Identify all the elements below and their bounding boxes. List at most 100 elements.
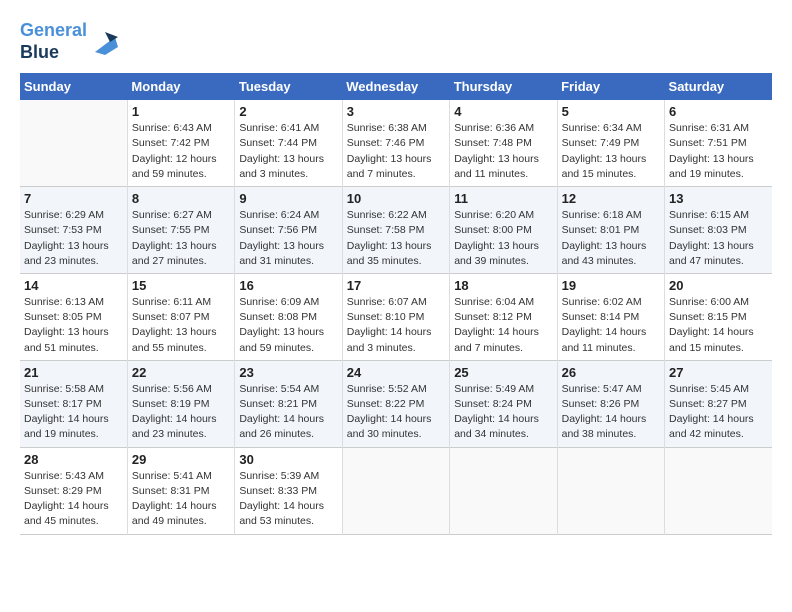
calendar-cell: 29 Sunrise: 5:41 AMSunset: 8:31 PMDayligh…	[127, 447, 234, 534]
day-number: 26	[562, 365, 660, 380]
calendar-cell: 23 Sunrise: 5:54 AMSunset: 8:21 PMDayligh…	[235, 360, 342, 447]
day-info: Sunrise: 5:58 AMSunset: 8:17 PMDaylight:…	[24, 382, 123, 443]
day-number: 22	[132, 365, 230, 380]
calendar-cell	[342, 447, 449, 534]
calendar-cell: 4 Sunrise: 6:36 AMSunset: 7:48 PMDaylight…	[450, 100, 557, 186]
day-number: 24	[347, 365, 445, 380]
day-number: 25	[454, 365, 552, 380]
day-info: Sunrise: 6:09 AMSunset: 8:08 PMDaylight:…	[239, 295, 337, 356]
day-number: 18	[454, 278, 552, 293]
day-number: 9	[239, 191, 337, 206]
day-number: 4	[454, 104, 552, 119]
day-number: 3	[347, 104, 445, 119]
calendar-cell: 27 Sunrise: 5:45 AMSunset: 8:27 PMDayligh…	[665, 360, 772, 447]
calendar-cell: 24 Sunrise: 5:52 AMSunset: 8:22 PMDayligh…	[342, 360, 449, 447]
day-number: 6	[669, 104, 768, 119]
weekday-header-friday: Friday	[557, 73, 664, 100]
day-number: 23	[239, 365, 337, 380]
day-info: Sunrise: 6:00 AMSunset: 8:15 PMDaylight:…	[669, 295, 768, 356]
day-number: 1	[132, 104, 230, 119]
calendar-cell: 13Sunrise: 6:15 AMSunset: 8:03 PMDayligh…	[665, 187, 772, 274]
day-info: Sunrise: 6:13 AMSunset: 8:05 PMDaylight:…	[24, 295, 123, 356]
logo-icon	[90, 27, 120, 57]
day-info: Sunrise: 6:04 AMSunset: 8:12 PMDaylight:…	[454, 295, 552, 356]
day-info: Sunrise: 6:02 AMSunset: 8:14 PMDaylight:…	[562, 295, 660, 356]
day-number: 29	[132, 452, 230, 467]
logo-text: GeneralBlue	[20, 20, 87, 63]
calendar-cell: 10 Sunrise: 6:22 AMSunset: 7:58 PMDayligh…	[342, 187, 449, 274]
weekday-header-wednesday: Wednesday	[342, 73, 449, 100]
week-row-5: 28 Sunrise: 5:43 AMSunset: 8:29 PMDayligh…	[20, 447, 772, 534]
week-row-3: 14 Sunrise: 6:13 AMSunset: 8:05 PMDayligh…	[20, 273, 772, 360]
week-row-4: 21Sunrise: 5:58 AMSunset: 8:17 PMDayligh…	[20, 360, 772, 447]
weekday-header-thursday: Thursday	[450, 73, 557, 100]
calendar-cell	[665, 447, 772, 534]
calendar-cell: 14 Sunrise: 6:13 AMSunset: 8:05 PMDayligh…	[20, 273, 127, 360]
page-header: GeneralBlue	[20, 20, 772, 63]
calendar-cell: 15 Sunrise: 6:11 AMSunset: 8:07 PMDayligh…	[127, 273, 234, 360]
day-info: Sunrise: 5:49 AMSunset: 8:24 PMDaylight:…	[454, 382, 552, 443]
day-info: Sunrise: 5:43 AMSunset: 8:29 PMDaylight:…	[24, 469, 123, 530]
day-number: 7	[24, 191, 123, 206]
day-number: 17	[347, 278, 445, 293]
day-info: Sunrise: 6:11 AMSunset: 8:07 PMDaylight:…	[132, 295, 230, 356]
day-number: 19	[562, 278, 660, 293]
calendar-cell: 17 Sunrise: 6:07 AMSunset: 8:10 PMDayligh…	[342, 273, 449, 360]
calendar-cell: 28 Sunrise: 5:43 AMSunset: 8:29 PMDayligh…	[20, 447, 127, 534]
day-info: Sunrise: 6:22 AMSunset: 7:58 PMDaylight:…	[347, 208, 445, 269]
logo: GeneralBlue	[20, 20, 120, 63]
day-info: Sunrise: 5:52 AMSunset: 8:22 PMDaylight:…	[347, 382, 445, 443]
day-info: Sunrise: 6:18 AMSunset: 8:01 PMDaylight:…	[562, 208, 660, 269]
calendar-cell: 7 Sunrise: 6:29 AMSunset: 7:53 PMDaylight…	[20, 187, 127, 274]
day-number: 20	[669, 278, 768, 293]
calendar-cell: 2 Sunrise: 6:41 AMSunset: 7:44 PMDaylight…	[235, 100, 342, 186]
day-number: 28	[24, 452, 123, 467]
week-row-1: 1 Sunrise: 6:43 AMSunset: 7:42 PMDaylight…	[20, 100, 772, 186]
week-row-2: 7 Sunrise: 6:29 AMSunset: 7:53 PMDaylight…	[20, 187, 772, 274]
day-number: 12	[562, 191, 660, 206]
day-number: 27	[669, 365, 768, 380]
weekday-header-row: SundayMondayTuesdayWednesdayThursdayFrid…	[20, 73, 772, 100]
day-info: Sunrise: 6:15 AMSunset: 8:03 PMDaylight:…	[669, 208, 768, 269]
day-info: Sunrise: 6:43 AMSunset: 7:42 PMDaylight:…	[132, 121, 230, 182]
day-number: 14	[24, 278, 123, 293]
weekday-header-sunday: Sunday	[20, 73, 127, 100]
day-number: 15	[132, 278, 230, 293]
calendar-cell: 20 Sunrise: 6:00 AMSunset: 8:15 PMDayligh…	[665, 273, 772, 360]
calendar-cell: 16 Sunrise: 6:09 AMSunset: 8:08 PMDayligh…	[235, 273, 342, 360]
calendar-cell: 8 Sunrise: 6:27 AMSunset: 7:55 PMDaylight…	[127, 187, 234, 274]
calendar-cell: 26 Sunrise: 5:47 AMSunset: 8:26 PMDayligh…	[557, 360, 664, 447]
day-number: 16	[239, 278, 337, 293]
day-info: Sunrise: 6:31 AMSunset: 7:51 PMDaylight:…	[669, 121, 768, 182]
calendar-cell: 6 Sunrise: 6:31 AMSunset: 7:51 PMDaylight…	[665, 100, 772, 186]
day-info: Sunrise: 6:27 AMSunset: 7:55 PMDaylight:…	[132, 208, 230, 269]
day-number: 10	[347, 191, 445, 206]
calendar-cell: 9Sunrise: 6:24 AMSunset: 7:56 PMDaylight…	[235, 187, 342, 274]
calendar-cell: 30Sunrise: 5:39 AMSunset: 8:33 PMDayligh…	[235, 447, 342, 534]
day-info: Sunrise: 6:41 AMSunset: 7:44 PMDaylight:…	[239, 121, 337, 182]
day-number: 2	[239, 104, 337, 119]
day-info: Sunrise: 5:45 AMSunset: 8:27 PMDaylight:…	[669, 382, 768, 443]
day-info: Sunrise: 6:07 AMSunset: 8:10 PMDaylight:…	[347, 295, 445, 356]
calendar-cell: 19 Sunrise: 6:02 AMSunset: 8:14 PMDayligh…	[557, 273, 664, 360]
day-info: Sunrise: 6:20 AMSunset: 8:00 PMDaylight:…	[454, 208, 552, 269]
day-number: 11	[454, 191, 552, 206]
day-number: 5	[562, 104, 660, 119]
day-info: Sunrise: 5:47 AMSunset: 8:26 PMDaylight:…	[562, 382, 660, 443]
day-info: Sunrise: 5:39 AMSunset: 8:33 PMDaylight:…	[239, 469, 337, 530]
day-info: Sunrise: 6:29 AMSunset: 7:53 PMDaylight:…	[24, 208, 123, 269]
weekday-header-saturday: Saturday	[665, 73, 772, 100]
day-info: Sunrise: 5:54 AMSunset: 8:21 PMDaylight:…	[239, 382, 337, 443]
calendar-cell	[450, 447, 557, 534]
weekday-header-tuesday: Tuesday	[235, 73, 342, 100]
calendar-cell	[557, 447, 664, 534]
day-number: 8	[132, 191, 230, 206]
calendar-cell: 3Sunrise: 6:38 AMSunset: 7:46 PMDaylight…	[342, 100, 449, 186]
calendar-cell	[20, 100, 127, 186]
calendar-cell: 18 Sunrise: 6:04 AMSunset: 8:12 PMDayligh…	[450, 273, 557, 360]
day-info: Sunrise: 5:56 AMSunset: 8:19 PMDaylight:…	[132, 382, 230, 443]
day-info: Sunrise: 6:36 AMSunset: 7:48 PMDaylight:…	[454, 121, 552, 182]
calendar-cell: 25 Sunrise: 5:49 AMSunset: 8:24 PMDayligh…	[450, 360, 557, 447]
calendar-cell: 5Sunrise: 6:34 AMSunset: 7:49 PMDaylight…	[557, 100, 664, 186]
day-info: Sunrise: 5:41 AMSunset: 8:31 PMDaylight:…	[132, 469, 230, 530]
